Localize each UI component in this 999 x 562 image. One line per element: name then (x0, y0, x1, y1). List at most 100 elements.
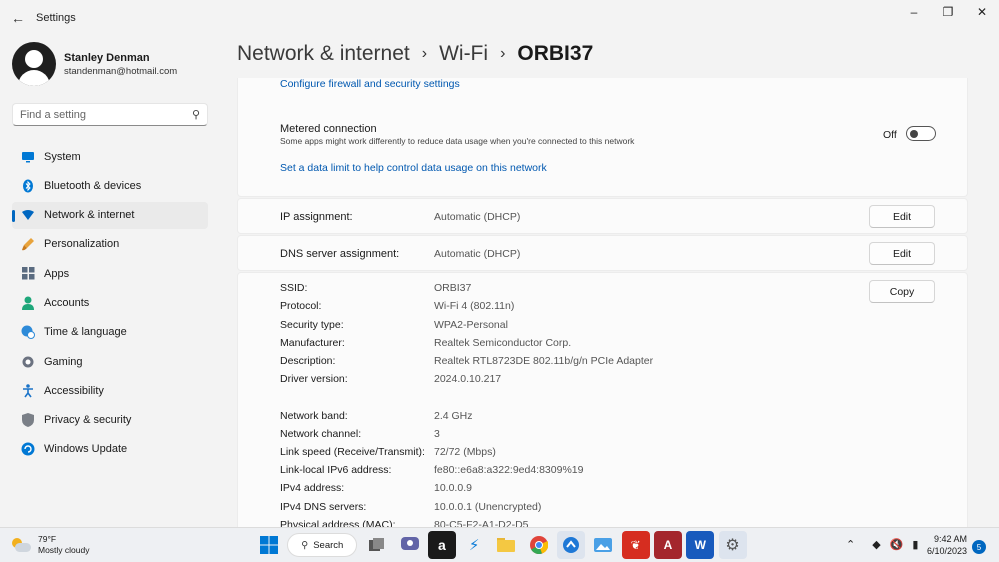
controller-icon (20, 354, 36, 370)
sidebar-item-windows-update[interactable]: Windows Update (12, 436, 208, 463)
taskbar-apps: ⚲ Search a ⚡ ❦ A W ⚙ (255, 531, 751, 559)
refresh-icon (20, 441, 36, 457)
person-icon (20, 295, 36, 311)
property-key: SSID: (280, 282, 308, 294)
sidebar-item-bluetooth[interactable]: Bluetooth & devices (12, 172, 208, 199)
property-value: ORBI37 (434, 282, 472, 294)
property-key: Protocol: (280, 300, 322, 312)
globe-clock-icon (20, 324, 36, 340)
metered-connection-description: Some apps might work differently to redu… (280, 136, 635, 146)
shield-icon (20, 412, 36, 428)
minimize-button[interactable]: – (897, 0, 931, 24)
metered-card: Configure firewall and security settings… (237, 78, 968, 197)
ip-assignment-value: Automatic (DHCP) (434, 211, 521, 223)
battery-icon[interactable]: ▮ (912, 538, 918, 551)
chrome-app[interactable] (525, 531, 553, 559)
property-row: Protocol: Wi-Fi 4 (802.11n) (280, 300, 514, 312)
wifi-icon[interactable]: ◆ (872, 538, 880, 551)
property-row: IPv4 address: 10.0.0.9 (280, 482, 472, 494)
back-button[interactable]: ← (0, 0, 36, 36)
notification-badge[interactable]: 5 (972, 540, 986, 554)
word-app[interactable]: W (686, 531, 715, 559)
acrobat-icon: ❦ (630, 538, 641, 552)
property-key: Description: (280, 355, 336, 367)
sidebar-item-system[interactable]: System (12, 143, 208, 170)
search-input[interactable]: Find a setting ⚲ (12, 103, 208, 126)
properties-card: Copy SSID: ORBI37 Protocol: Wi-Fi 4 (802.1… (237, 272, 968, 528)
app-circle-icon (563, 537, 580, 553)
property-value: 72/72 (Mbps) (434, 446, 496, 458)
user-profile[interactable]: Stanley Denman standenman@hotmail.com (12, 42, 177, 86)
bluetooth-icon (20, 178, 36, 194)
chat-icon (400, 537, 419, 550)
acrobat-app[interactable]: ❦ (621, 531, 650, 559)
property-key: Link-local IPv6 address: (280, 464, 392, 476)
taskbar-search-button[interactable]: ⚲ Search (287, 533, 358, 557)
property-value: WPA2-Personal (434, 319, 508, 331)
brush-icon (20, 236, 36, 252)
clock-time: 9:42 AM (933, 534, 967, 544)
sidebar-item-label: Personalization (44, 238, 120, 251)
word-icon: W (694, 538, 706, 552)
property-value: fe80::e6a8:a322:9ed4:8309%19 (434, 464, 584, 476)
ip-edit-button[interactable]: Edit (869, 205, 935, 228)
sidebar-item-gaming[interactable]: Gaming (12, 348, 208, 375)
sidebar-item-label: Windows Update (44, 443, 128, 456)
vscode-app[interactable]: ⚡ (460, 531, 488, 559)
weather-desc: Mostly cloudy (38, 545, 90, 555)
folder-icon (497, 538, 516, 552)
close-button[interactable]: ✕ (965, 0, 999, 24)
active-app[interactable] (557, 531, 586, 559)
dns-edit-button[interactable]: Edit (869, 242, 935, 265)
app-title: Settings (36, 12, 76, 24)
weather-temp: 79°F (38, 534, 57, 544)
copy-button[interactable]: Copy (869, 280, 935, 303)
dns-assignment-row: DNS server assignment: Automatic (DHCP) … (237, 235, 968, 271)
property-value: Realtek Semiconductor Corp. (434, 337, 572, 349)
sidebar-item-time-language[interactable]: Time & language (12, 319, 208, 346)
sidebar-item-accounts[interactable]: Accounts (12, 289, 208, 316)
sidebar-item-network[interactable]: Network & internet (12, 201, 208, 229)
property-key: Network channel: (280, 428, 362, 440)
property-key: Security type: (280, 319, 344, 331)
sidebar-item-privacy[interactable]: Privacy & security (12, 407, 208, 434)
property-row: Security type: WPA2-Personal (280, 319, 508, 331)
start-button[interactable] (255, 531, 283, 559)
clock[interactable]: 9:42 AM 6/10/2023 (925, 533, 967, 557)
toggle-knob (910, 130, 918, 138)
speaker-muted-icon[interactable]: 🔇 (890, 538, 904, 551)
task-view-button[interactable] (363, 531, 391, 559)
metered-toggle-label: Off (883, 129, 897, 141)
property-value: 2.4 GHz (434, 410, 473, 422)
breadcrumb-network[interactable]: Network & internet (237, 42, 410, 66)
chrome-icon (529, 536, 548, 554)
search-icon[interactable]: ⚲ (192, 108, 200, 121)
main-content[interactable]: Configure firewall and security settings… (237, 78, 968, 528)
chevron-up-icon[interactable]: ⌃ (846, 538, 855, 551)
property-key: Link speed (Receive/Transmit): (280, 446, 425, 458)
firewall-settings-link[interactable]: Configure firewall and security settings (280, 78, 460, 90)
sidebar-item-apps[interactable]: Apps (12, 260, 208, 287)
sidebar-item-accessibility[interactable]: Accessibility (12, 377, 208, 404)
sidebar-item-label: Apps (44, 267, 70, 280)
breadcrumb-wifi[interactable]: Wi-Fi (439, 42, 488, 66)
metered-toggle[interactable] (906, 126, 936, 141)
weather-widget[interactable]: 79°F Mostly cloudy (12, 534, 90, 556)
chat-button[interactable] (396, 531, 424, 559)
system-tray: ⌃ ◆ 🔇 ▮ (846, 538, 927, 551)
breadcrumb: Network & internet › Wi-Fi › ORBI37 (237, 42, 593, 66)
monitor-icon (20, 149, 36, 165)
partly-cloudy-icon (12, 538, 32, 552)
metered-connection-title: Metered connection (280, 123, 377, 135)
back-arrow-icon: ← (11, 10, 25, 26)
property-value: Wi-Fi 4 (802.11n) (434, 300, 515, 312)
amazon-app[interactable]: a (427, 531, 456, 559)
maximize-button[interactable]: ❐ (931, 0, 965, 24)
file-explorer-app[interactable] (492, 531, 520, 559)
sidebar-item-personalization[interactable]: Personalization (12, 231, 208, 258)
property-key: Driver version: (280, 373, 348, 385)
settings-app[interactable]: ⚙ (718, 531, 747, 559)
access-app[interactable]: A (653, 531, 682, 559)
photos-app[interactable] (589, 531, 617, 559)
data-limit-link[interactable]: Set a data limit to help control data us… (280, 162, 547, 174)
